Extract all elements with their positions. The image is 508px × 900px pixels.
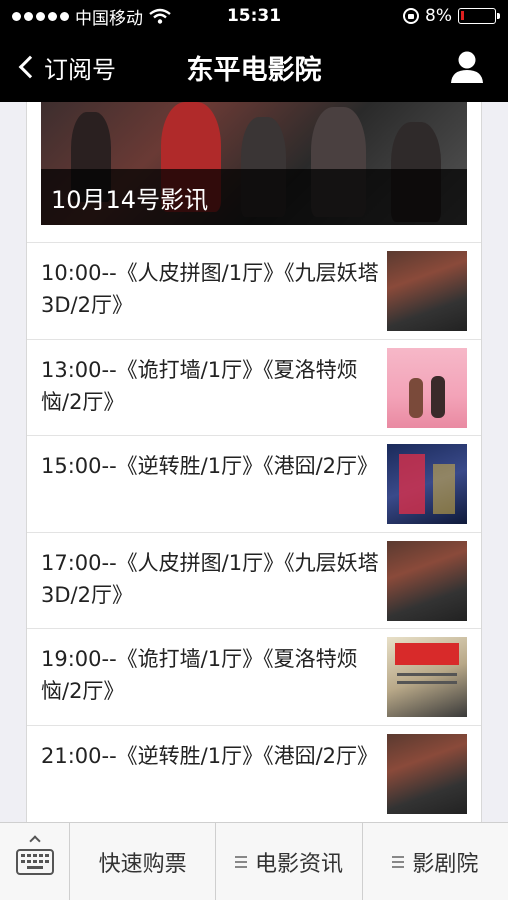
battery-percent: 8% xyxy=(425,6,452,26)
signal-icon xyxy=(12,11,69,21)
menu-icon xyxy=(392,856,405,868)
schedule-text: 17:00--《人皮拼图/1厅》《九层妖塔3D/2厅》 xyxy=(41,550,379,607)
banner-caption: 10月14号影讯 xyxy=(41,169,467,225)
status-time: 15:31 xyxy=(226,6,282,26)
menu-label: 快速购票 xyxy=(98,852,187,877)
schedule-text: 19:00--《诡打墙/1厅》《夏洛特烦恼/2厅》 xyxy=(41,647,358,703)
menu-theater[interactable]: 影剧院 xyxy=(363,823,508,900)
schedule-text: 13:00--《诡打墙/1厅》《夏洛特烦恼/2厅》 xyxy=(41,357,358,414)
bottom-menu: 快速购票 电影资讯 影剧院 xyxy=(0,822,508,900)
user-icon[interactable] xyxy=(450,50,484,84)
battery-level xyxy=(461,11,464,20)
menu-label: 影剧院 xyxy=(412,852,479,877)
menu-movie-news[interactable]: 电影资讯 xyxy=(216,823,363,900)
list-item[interactable]: 21:00--《逆转胜/1厅》《港囧/2厅》 xyxy=(27,724,481,822)
battery-icon xyxy=(458,8,500,24)
keyboard-icon xyxy=(15,849,54,875)
caret-up-icon xyxy=(29,835,41,847)
schedule-list: 10:00--《人皮拼图/1厅》《九层妖塔3D/2厅》 13:00--《诡打墙/… xyxy=(27,242,481,821)
schedule-text: 21:00--《逆转胜/1厅》《港囧/2厅》 xyxy=(41,743,379,768)
status-left: 中国移动 xyxy=(12,4,171,29)
rotation-lock-icon xyxy=(403,8,420,24)
movie-thumbnail xyxy=(387,540,467,621)
nav-bar: 订阅号 东平电影院 xyxy=(0,32,508,102)
status-bar: 中国移动 15:31 8% xyxy=(0,0,508,32)
schedule-text: 10:00--《人皮拼图/1厅》《九层妖塔3D/2厅》 xyxy=(41,261,379,317)
page-title: 东平电影院 xyxy=(186,54,322,86)
menu-label: 电影资讯 xyxy=(254,852,343,877)
list-item[interactable]: 15:00--《逆转胜/1厅》《港囧/2厅》 xyxy=(27,435,481,532)
status-right: 8% xyxy=(403,6,500,26)
schedule-text: 15:00--《逆转胜/1厅》《港囧/2厅》 xyxy=(41,454,379,478)
menu-quick-ticket[interactable]: 快速购票 xyxy=(70,823,217,900)
list-item[interactable]: 19:00--《诡打墙/1厅》《夏洛特烦恼/2厅》 xyxy=(27,628,481,725)
menu-icon xyxy=(234,856,247,868)
movie-thumbnail xyxy=(387,637,467,717)
movie-thumbnail xyxy=(387,733,467,814)
wifi-icon xyxy=(149,8,171,24)
article-content: 10月14号影讯 10:00--《人皮拼图/1厅》《九层妖塔3D/2厅》 13:… xyxy=(26,102,482,822)
movie-thumbnail xyxy=(387,444,467,524)
movie-thumbnail xyxy=(387,347,467,428)
list-item[interactable]: 13:00--《诡打墙/1厅》《夏洛特烦恼/2厅》 xyxy=(27,338,481,436)
movie-thumbnail xyxy=(387,251,467,331)
carrier-label: 中国移动 xyxy=(75,8,143,29)
banner-image[interactable]: 10月14号影讯 xyxy=(41,102,467,225)
list-item[interactable]: 10:00--《人皮拼图/1厅》《九层妖塔3D/2厅》 xyxy=(27,242,481,339)
list-item[interactable]: 17:00--《人皮拼图/1厅》《九层妖塔3D/2厅》 xyxy=(27,531,481,629)
keyboard-toggle-button[interactable] xyxy=(0,823,70,900)
